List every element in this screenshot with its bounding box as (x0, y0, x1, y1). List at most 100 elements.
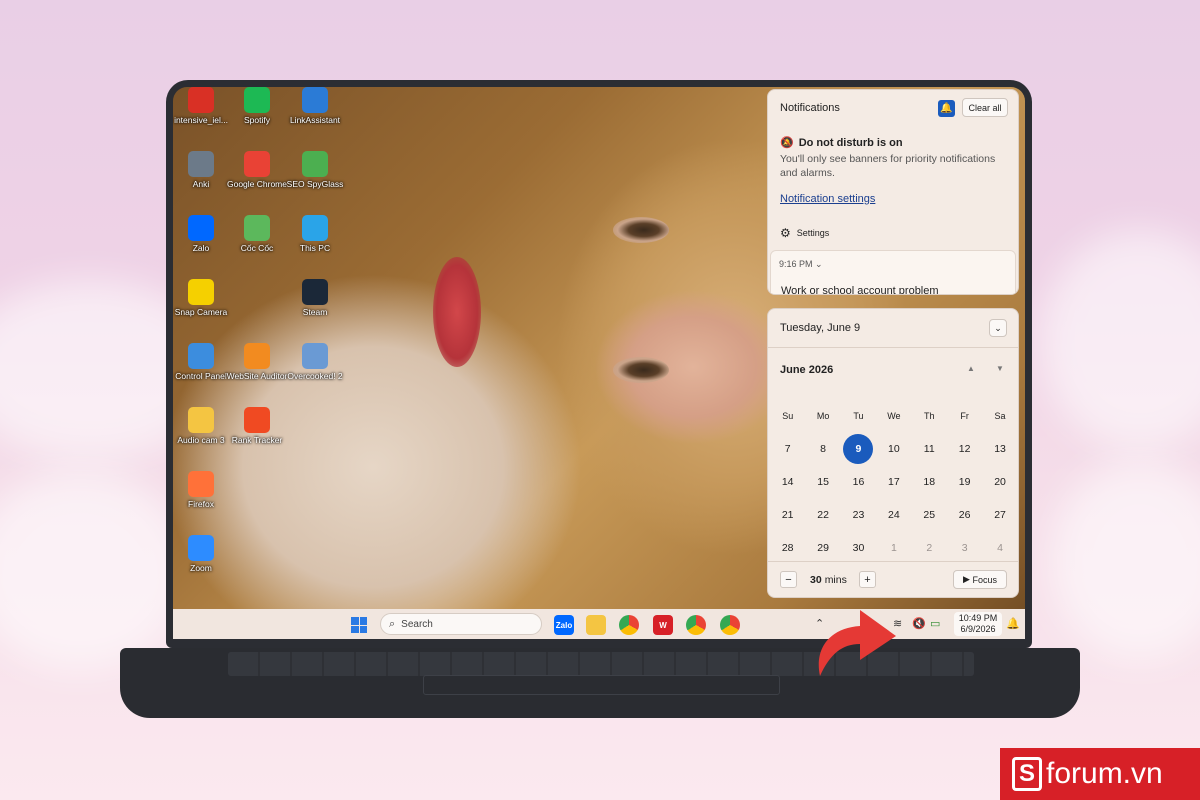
calendar-day[interactable]: 29 (805, 542, 840, 554)
calendar-day[interactable]: 22 (805, 509, 840, 521)
desktop-icon[interactable]: WebSite Auditor (225, 343, 289, 382)
calendar-day[interactable]: 15 (805, 476, 840, 488)
desktop-icon[interactable]: Steam (283, 279, 347, 318)
next-month-button[interactable]: ▼ (996, 364, 1004, 373)
taskbar-wps-icon[interactable]: W (653, 615, 673, 635)
taskbar-clock[interactable]: 10:49 PM 6/9/2026 (954, 612, 1002, 636)
notification-settings-link[interactable]: Notification settings (780, 193, 875, 205)
calendar-day[interactable]: 8 (805, 443, 840, 455)
weekday-label: Fr (960, 410, 969, 421)
calendar-day[interactable]: 4 (982, 542, 1017, 554)
calendar-day[interactable]: 21 (770, 509, 805, 521)
desktop-icon-label: WebSite Auditor (226, 371, 288, 381)
bell-icon: 🔔 (940, 103, 953, 114)
firefox-icon (188, 471, 214, 497)
taskbar-file-explorer-icon[interactable] (586, 615, 606, 635)
calendar-day[interactable]: 18 (912, 476, 947, 488)
desktop-icon[interactable]: Rank Tracker (225, 407, 289, 446)
calendar-day[interactable]: 25 (912, 509, 947, 521)
taskbar-zalo-icon[interactable]: Zalo (554, 615, 574, 635)
windows-start-icon[interactable] (351, 617, 367, 633)
calendar-day[interactable]: 11 (912, 443, 947, 455)
wallpaper-eye (613, 357, 669, 383)
calendar-day[interactable]: 13 (982, 443, 1017, 455)
spotify-icon (244, 87, 270, 113)
calendar-week-row: 7 8 9 10 11 12 13 (770, 432, 1018, 465)
calendar-day-number: 24 (888, 508, 900, 521)
desktop-icon[interactable]: Overcooked! 2 (283, 343, 347, 382)
previous-month-button[interactable]: ▲ (967, 364, 975, 373)
desktop-icon[interactable]: LinkAssistant (283, 87, 347, 126)
calendar-week-row: 21 22 23 24 25 26 27 (770, 498, 1018, 531)
weekday-label: Mo (816, 410, 830, 421)
calendar-day[interactable]: 27 (982, 509, 1017, 521)
taskbar-chrome-icon[interactable] (619, 615, 639, 635)
notification-card[interactable]: 9:16 PM ⌄ Work or school account problem (770, 250, 1016, 294)
collapse-calendar-button[interactable]: ⌄ (989, 319, 1007, 337)
notification-time: 9:16 PM ⌄ (779, 259, 823, 270)
desktop-icon[interactable]: SEO SpyGlass (283, 151, 347, 190)
desktop-icon[interactable]: Snap Camera (173, 279, 233, 318)
calendar-day[interactable]: 19 (947, 476, 982, 488)
calendar-day[interactable]: 17 (876, 476, 911, 488)
calendar-day[interactable]: 23 (841, 509, 876, 521)
calendar-day[interactable]: 16 (841, 476, 876, 488)
desktop-icon[interactable]: Control Panel (173, 343, 233, 382)
desktop-icon[interactable]: Anki (173, 151, 233, 190)
desktop-icon-label: Google Chrome (226, 179, 287, 189)
calendar-day[interactable]: 26 (947, 509, 982, 521)
calendar-day[interactable]: 7 (770, 443, 805, 455)
desktop-icon[interactable]: This PC (283, 215, 347, 254)
taskbar-chrome-profile-icon[interactable] (686, 615, 706, 635)
calendar-day[interactable]: 30 (841, 542, 876, 554)
notification-bell-icon[interactable]: 🔔 (1006, 617, 1020, 630)
taskbar-search[interactable]: ⌕ Search (380, 613, 542, 635)
desktop-icon[interactable]: Firefox (173, 471, 233, 510)
desktop-icon[interactable]: Spotify (225, 87, 289, 126)
calendar-day[interactable]: 9 (841, 433, 876, 464)
decrease-focus-button[interactable]: − (780, 571, 797, 588)
desktop-icon[interactable]: Zalo (173, 215, 233, 254)
desktop-icon-label: Anki (192, 179, 210, 189)
chevron-down-icon[interactable]: ⌄ (815, 259, 823, 269)
zalo-icon (188, 215, 214, 241)
chevron-down-icon: ⌄ (994, 322, 1002, 333)
clock-date: 6/9/2026 (960, 624, 996, 634)
coccoc-icon (244, 215, 270, 241)
volume-mute-icon[interactable]: 🔇 (912, 617, 926, 630)
clear-all-button[interactable]: Clear all (962, 98, 1008, 117)
calendar-day[interactable]: 28 (770, 542, 805, 554)
focus-button[interactable]: ▶ Focus (953, 570, 1007, 589)
calendar-week-row: 28 29 30 1 2 3 4 (770, 531, 1018, 564)
focus-duration: 30 mins (810, 574, 847, 586)
desktop-icon[interactable]: Audio cam 3 (173, 407, 233, 446)
desktop-icon[interactable]: Zoom (173, 535, 233, 574)
anki-icon (188, 151, 214, 177)
calendar-day-number: 3 (961, 541, 968, 554)
taskbar-chrome-profile-icon[interactable] (720, 615, 740, 635)
battery-icon[interactable]: ▭ (930, 617, 940, 630)
calendar-day[interactable]: 24 (876, 509, 911, 521)
calendar-day[interactable]: 20 (982, 476, 1017, 488)
calendar-month[interactable]: June 2026 (780, 364, 833, 376)
desktop-icon[interactable]: Cốc Cốc (225, 215, 289, 254)
desktop-icon-label: Firefox (188, 499, 214, 509)
calendar-day[interactable]: 1 (876, 542, 911, 554)
wallpaper-lips (433, 257, 481, 367)
desktop-icon-label: Cốc Cốc (240, 243, 274, 253)
calendar-day[interactable]: 10 (876, 443, 911, 455)
calendar-day[interactable]: 3 (947, 542, 982, 554)
settings-notification-group[interactable]: ⚙ Settings (780, 226, 829, 240)
brand-text: forum.vn (1046, 757, 1163, 790)
do-not-disturb-button[interactable]: 🔔 (938, 100, 955, 117)
increase-focus-button[interactable]: + (859, 571, 876, 588)
calendar-day-number: 15 (817, 475, 829, 488)
calendar-day[interactable]: 2 (912, 542, 947, 554)
calendar-day-number: 18 (923, 475, 936, 488)
calendar-day[interactable]: 14 (770, 476, 805, 488)
desktop-icon[interactable]: Google Chrome (225, 151, 289, 190)
desktop-icon[interactable]: intensive_iel... (173, 87, 233, 126)
calendar-day[interactable]: 12 (947, 443, 982, 455)
calendar-day-number: 21 (781, 508, 794, 521)
calendar-day-number: 8 (820, 442, 826, 455)
